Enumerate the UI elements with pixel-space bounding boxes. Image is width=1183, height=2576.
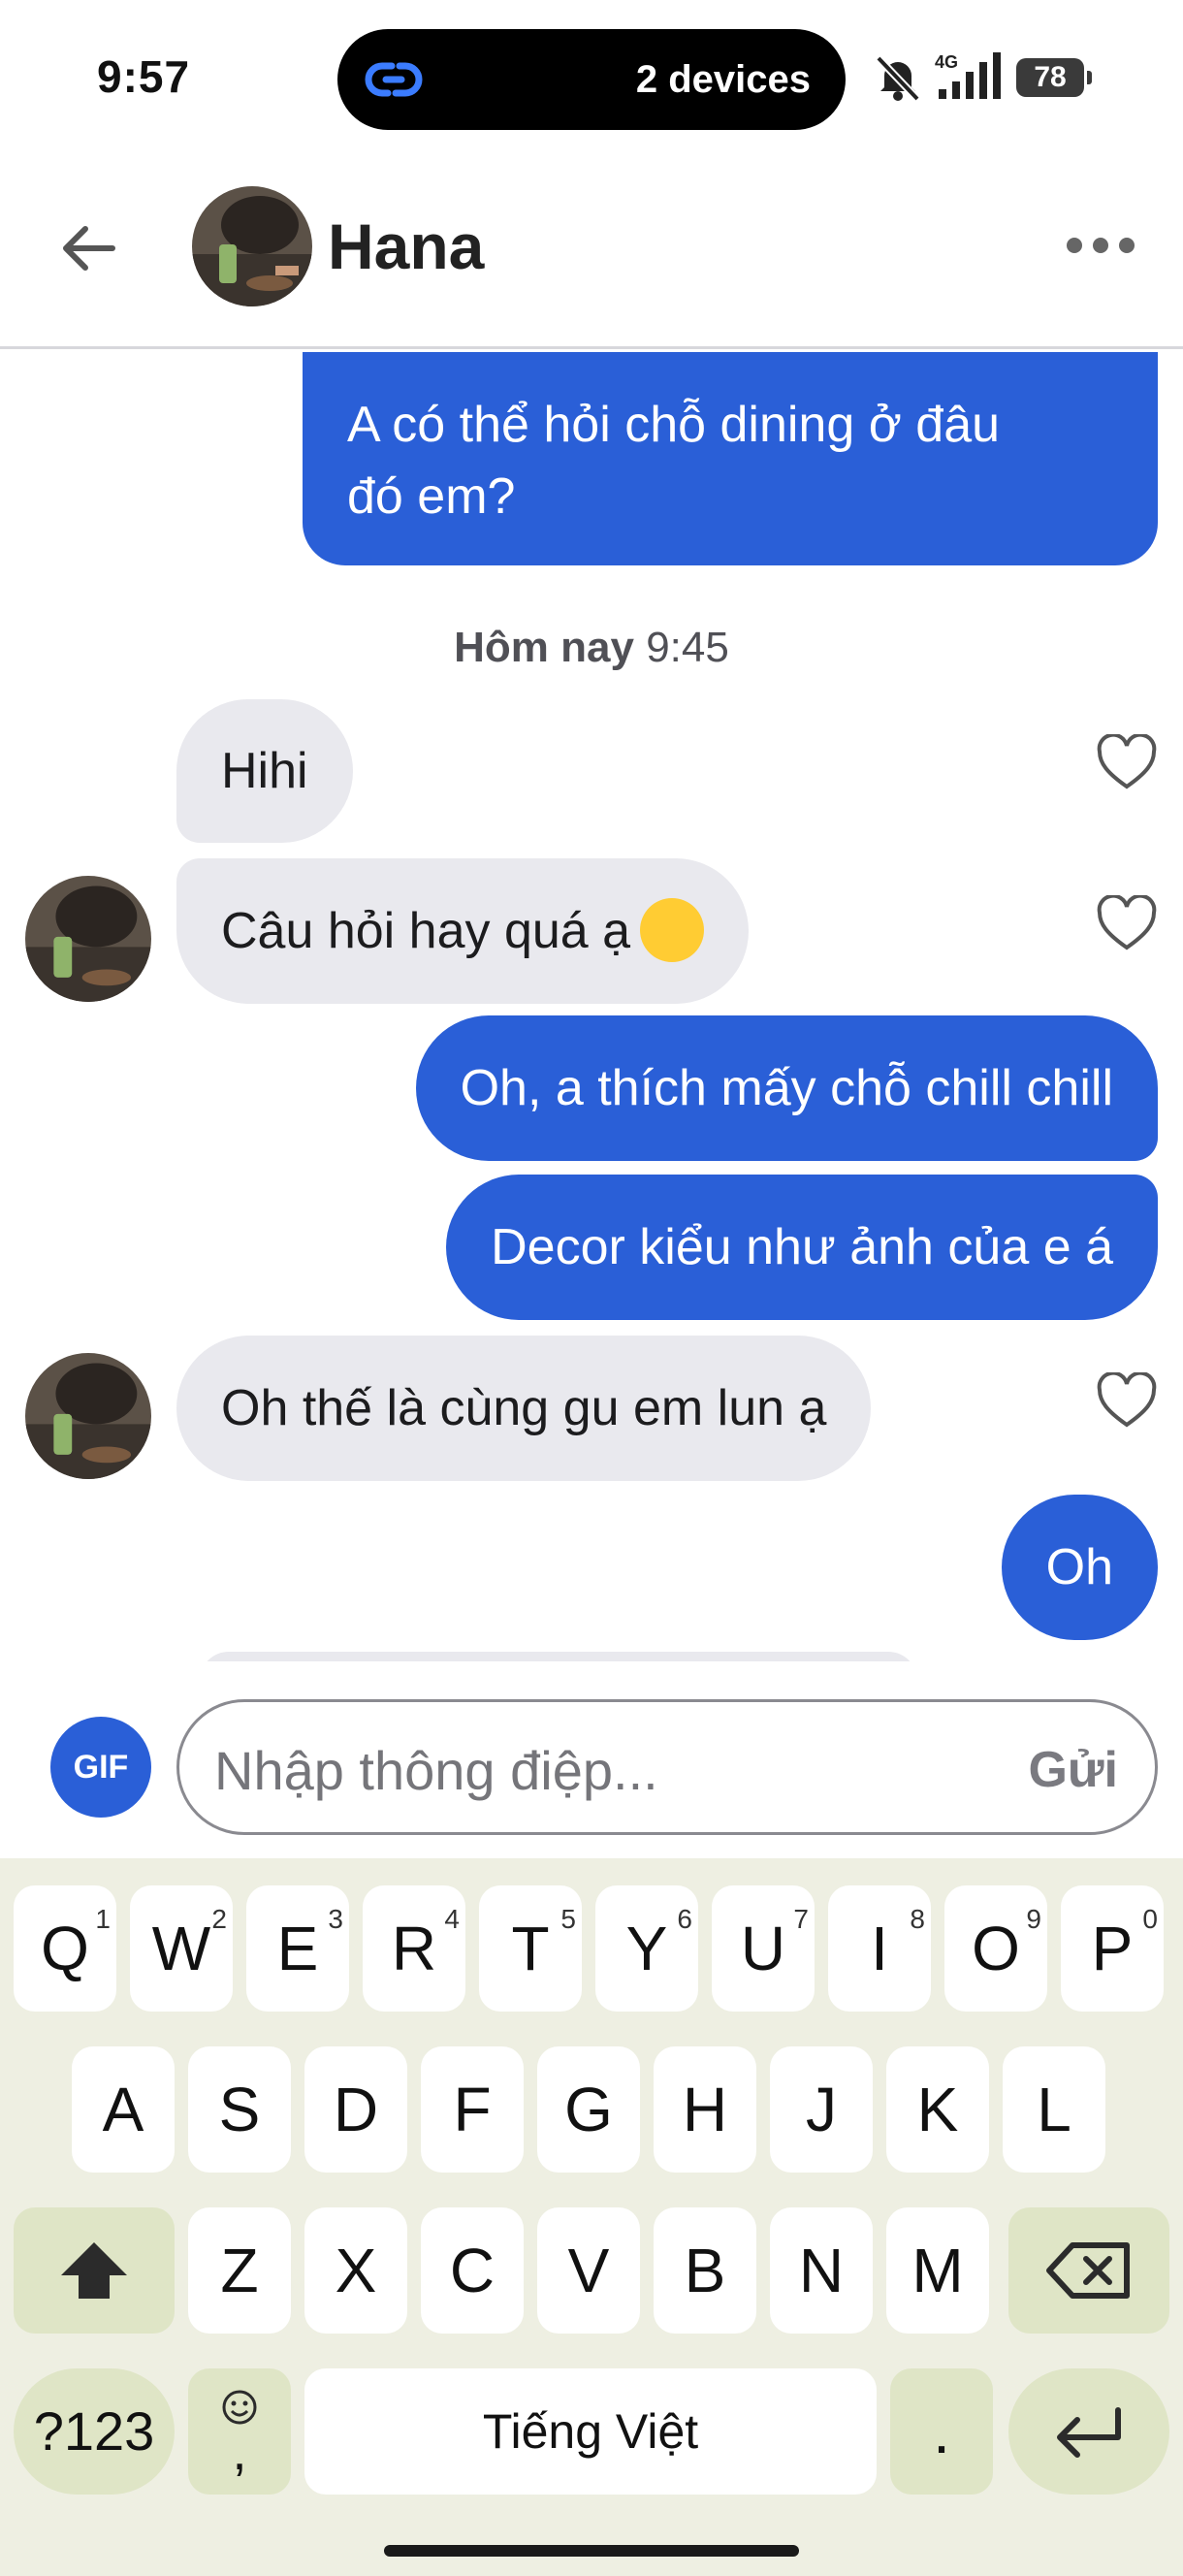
status-time: 9:57 xyxy=(97,51,191,102)
chat-header: Hana xyxy=(0,165,1183,349)
message-text: Decor kiểu như ảnh của e á xyxy=(491,1219,1113,1275)
message-text: Oh xyxy=(1045,1539,1113,1595)
key-c[interactable]: C xyxy=(421,2207,524,2334)
system-icons: 4G 78 xyxy=(871,50,1094,105)
shift-arrow-icon xyxy=(61,2242,127,2299)
keyboard: Q1 W2 E3 R4 T5 Y6 U7 I8 O9 P0 A S D F G … xyxy=(0,1858,1183,2576)
key-v[interactable]: V xyxy=(537,2207,640,2334)
send-button[interactable]: Gửi xyxy=(1028,1741,1118,1799)
key-r[interactable]: R4 xyxy=(363,1885,465,2012)
backspace-key[interactable] xyxy=(1008,2207,1169,2334)
key-h[interactable]: H xyxy=(654,2046,756,2173)
signal-icon: 4G xyxy=(935,52,1001,99)
message-bubble-outgoing[interactable]: A có thể hỏi chỗ dining ở đâu đó em? xyxy=(303,352,1158,565)
key-l[interactable]: L xyxy=(1003,2046,1105,2173)
key-x[interactable]: X xyxy=(304,2207,407,2334)
contact-avatar[interactable] xyxy=(25,1353,151,1479)
message-text: Oh thế là cùng gu em lun ạ xyxy=(221,1380,827,1436)
key-t[interactable]: T5 xyxy=(479,1885,582,2012)
key-j[interactable]: J xyxy=(770,2046,873,2173)
message-bubble-incoming[interactable]: Oh thế là cùng gu em lun ạ xyxy=(176,1336,872,1481)
message-text: đó em? xyxy=(347,468,516,525)
key-m[interactable]: M xyxy=(886,2207,989,2334)
key-p[interactable]: P0 xyxy=(1061,1885,1164,2012)
home-indicator[interactable] xyxy=(384,2545,799,2557)
key-q[interactable]: Q1 xyxy=(14,1885,116,2012)
key-k[interactable]: K xyxy=(886,2046,989,2173)
emoji-comma-key[interactable]: , xyxy=(188,2368,291,2495)
key-g[interactable]: G xyxy=(537,2046,640,2173)
key-e[interactable]: E3 xyxy=(246,1885,349,2012)
message-bubble-incoming[interactable]: Hihi xyxy=(176,699,353,843)
gif-button[interactable]: GIF xyxy=(50,1717,151,1818)
battery-icon: 78 xyxy=(1016,58,1092,97)
dynamic-island[interactable]: 2 devices xyxy=(337,29,846,130)
shift-key[interactable] xyxy=(14,2207,175,2334)
key-n[interactable]: N xyxy=(770,2207,873,2334)
more-options-icon[interactable] xyxy=(1065,231,1136,260)
back-arrow-icon[interactable] xyxy=(58,217,120,279)
message-bubble-outgoing[interactable]: Oh xyxy=(1001,1495,1158,1640)
period-key[interactable]: . xyxy=(890,2368,993,2495)
message-input[interactable] xyxy=(214,1731,990,1809)
contact-avatar[interactable] xyxy=(192,186,312,306)
timestamp-day: Hôm nay xyxy=(454,624,634,671)
space-key[interactable]: Tiếng Việt xyxy=(304,2368,877,2495)
key-i[interactable]: I8 xyxy=(828,1885,931,2012)
heart-icon[interactable] xyxy=(1096,895,1158,953)
key-d[interactable]: D xyxy=(304,2046,407,2173)
key-a[interactable]: A xyxy=(72,2046,175,2173)
message-input-container[interactable]: Gửi xyxy=(176,1699,1158,1835)
message-bubble-incoming[interactable]: Câu hỏi hay quá ạ xyxy=(176,858,750,1004)
message-list[interactable]: A có thể hỏi chỗ dining ở đâu đó em? Hôm… xyxy=(0,352,1183,1661)
message-bubble-incoming[interactable] xyxy=(200,1652,917,1661)
enter-key[interactable] xyxy=(1008,2368,1169,2495)
date-divider: Hôm nay 9:45 xyxy=(0,624,1183,672)
key-z[interactable]: Z xyxy=(188,2207,291,2334)
muted-bell-icon xyxy=(876,55,920,102)
key-f[interactable]: F xyxy=(421,2046,524,2173)
smiley-icon xyxy=(222,2390,257,2425)
heart-icon[interactable] xyxy=(1096,734,1158,792)
link-icon xyxy=(365,62,423,97)
contact-avatar[interactable] xyxy=(25,876,151,1002)
contact-name: Hana xyxy=(328,210,485,282)
devices-label: 2 devices xyxy=(635,58,811,101)
symbols-key[interactable]: ?123 xyxy=(14,2368,175,2495)
message-text: Câu hỏi hay quá ạ xyxy=(221,903,631,959)
heart-icon[interactable] xyxy=(1096,1372,1158,1431)
key-s[interactable]: S xyxy=(188,2046,291,2173)
message-text: Hihi xyxy=(221,743,308,799)
message-text: A có thể hỏi chỗ dining ở đâu xyxy=(347,397,1001,453)
svg-text:4G: 4G xyxy=(935,52,958,72)
message-bubble-outgoing[interactable]: Oh, a thích mấy chỗ chill chill xyxy=(415,1015,1158,1161)
message-text: Oh, a thích mấy chỗ chill chill xyxy=(460,1060,1113,1116)
key-w[interactable]: W2 xyxy=(130,1885,233,2012)
backspace-icon xyxy=(1046,2242,1130,2299)
status-bar: 9:57 2 devices 4G 78 xyxy=(0,0,1183,165)
hand-over-mouth-emoji-icon xyxy=(640,898,705,963)
message-bubble-outgoing[interactable]: Decor kiểu như ảnh của e á xyxy=(446,1175,1158,1320)
key-y[interactable]: Y6 xyxy=(595,1885,698,2012)
timestamp-time: 9:45 xyxy=(646,624,729,671)
return-arrow-icon xyxy=(1057,2407,1121,2458)
key-b[interactable]: B xyxy=(654,2207,756,2334)
key-u[interactable]: U7 xyxy=(712,1885,815,2012)
key-o[interactable]: O9 xyxy=(944,1885,1047,2012)
